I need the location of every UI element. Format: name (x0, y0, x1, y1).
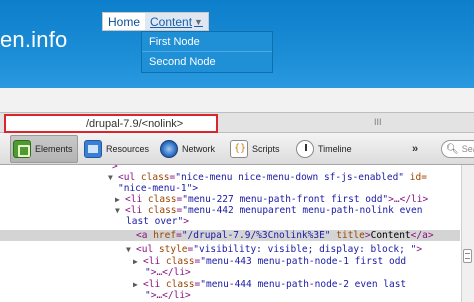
scrollbar-grip-icon (465, 253, 470, 259)
tab-scripts[interactable]: Scripts (230, 135, 280, 163)
tree-node-ul-submenu[interactable]: ▼ <ul style="visibility: visible; display… (126, 244, 422, 255)
elements-icon (13, 140, 31, 158)
expanded-triangle-icon[interactable]: ▼ (126, 244, 136, 255)
site-name[interactable]: en.info (0, 27, 67, 53)
tree-node-li-menu-442-cont: last over"> (126, 216, 189, 227)
hover-url-display: /drupal-7.9/<nolink> (4, 114, 218, 133)
more-tabs-chevron-icon[interactable]: » (412, 143, 418, 155)
tree-node-li-menu-227[interactable]: ▶ <li class="menu-227 menu-path-front fir… (115, 194, 428, 205)
tab-elements[interactable]: Elements (10, 135, 78, 163)
nice-menu-nav: Home Content ▼ (102, 12, 209, 31)
dropdown-caret-icon: ▼ (194, 17, 203, 27)
network-icon (160, 140, 178, 158)
collapsed-triangle-icon[interactable]: ▶ (133, 256, 143, 267)
elements-dom-tree: > ▼ <ul class="nice-menu nice-menu-down s… (0, 165, 474, 302)
tab-elements-label: Elements (35, 144, 73, 154)
collapsed-triangle-icon[interactable]: ▶ (133, 279, 143, 290)
scripts-icon (230, 140, 248, 158)
status-bar: /drupal-7.9/<nolink> III (0, 112, 474, 133)
tab-timeline-label: Timeline (318, 144, 352, 154)
tree-node-li-menu-443[interactable]: ▶ <li class="menu-443 menu-path-node-1 fi… (133, 256, 406, 267)
tree-node-ul-nice-menu-cont: "nice-menu-1"> (118, 183, 199, 194)
nav-item-home[interactable]: Home (103, 13, 145, 30)
devtools-search-input[interactable]: 🔍︎ Sear (441, 140, 474, 158)
tree-node-li-menu-444-cont: ">…</li> (145, 290, 191, 301)
nav-item-content-label: Content (150, 15, 193, 29)
tree-scrollbar[interactable] (461, 165, 474, 302)
web-page-viewport: en.info Home Content ▼ First Node Second… (0, 0, 474, 112)
tab-network[interactable]: Network (160, 135, 215, 163)
expanded-triangle-icon[interactable]: ▼ (108, 172, 118, 183)
expanded-triangle-icon[interactable]: ▼ (115, 205, 125, 216)
tree-node-li-menu-443-cont: ">…</li> (145, 267, 191, 278)
nav-item-content[interactable]: Content ▼ (145, 13, 208, 30)
resize-grip-icon[interactable]: III (374, 117, 382, 127)
tab-timeline[interactable]: Timeline (296, 135, 352, 163)
devtools-toolbar: Elements Resources Network Scripts Timel… (0, 133, 474, 165)
tree-node-ul-nice-menu[interactable]: ▼ <ul class="nice-menu nice-menu-down sf-… (108, 172, 427, 183)
search-placeholder: Sear (461, 144, 474, 154)
tab-resources[interactable]: Resources (84, 135, 149, 163)
search-icon: 🔍︎ (446, 143, 459, 155)
tab-network-label: Network (182, 144, 216, 154)
tree-node-li-menu-444[interactable]: ▶ <li class="menu-444 menu-path-node-2 ev… (133, 279, 406, 290)
timeline-icon (296, 140, 314, 158)
tab-scripts-label: Scripts (252, 144, 280, 154)
tree-node-a-content-selected[interactable]: <a href="/drupal-7.9/%3Cnolink%3E" title… (0, 230, 460, 242)
dropdown-item-second-node[interactable]: Second Node (142, 52, 272, 72)
tab-resources-label: Resources (106, 144, 150, 154)
collapsed-triangle-icon[interactable]: ▶ (115, 194, 125, 205)
resources-icon (84, 140, 102, 158)
dropdown-item-first-node[interactable]: First Node (142, 32, 272, 52)
content-dropdown-menu: First Node Second Node (141, 31, 273, 73)
tree-node-li-menu-442[interactable]: ▼ <li class="menu-442 menuparent menu-pat… (115, 205, 422, 216)
